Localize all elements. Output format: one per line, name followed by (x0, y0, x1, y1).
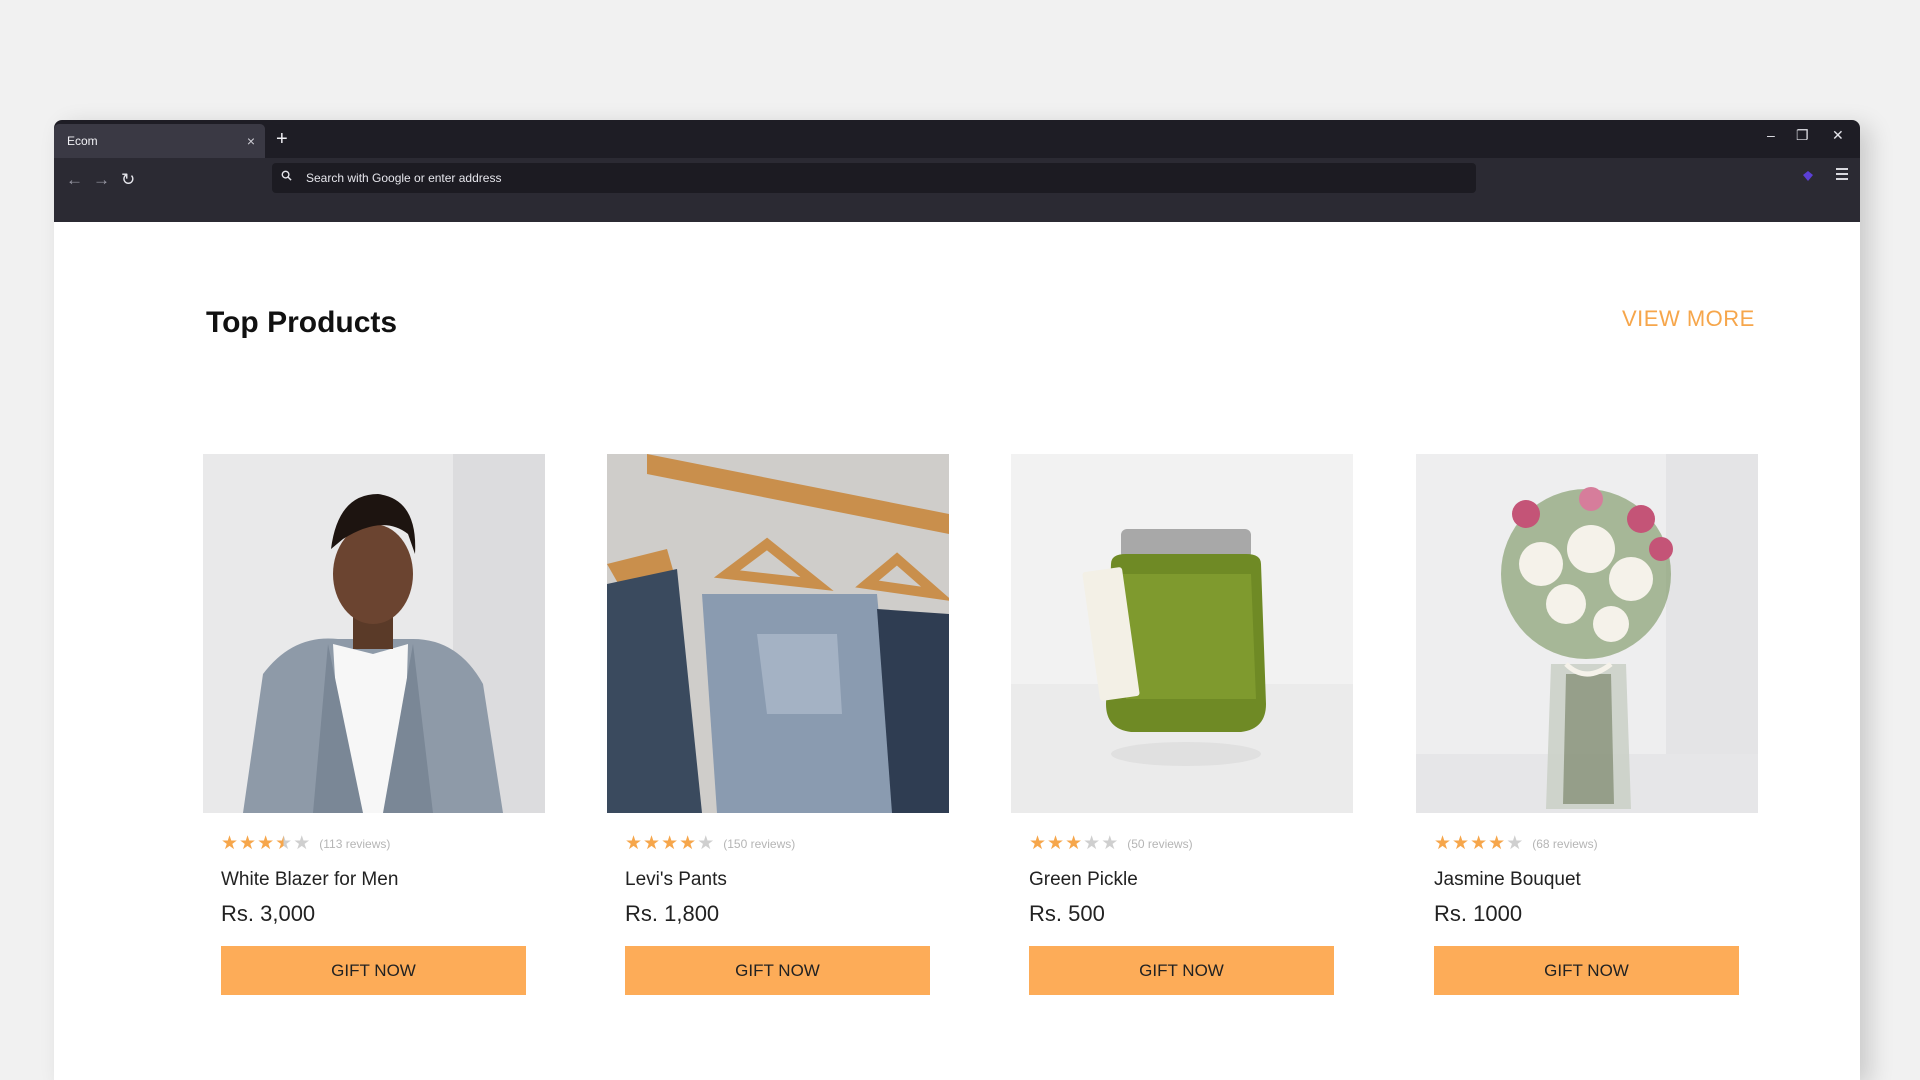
review-count: (113 reviews) (319, 836, 391, 851)
jeans-on-hangers-image (607, 454, 949, 813)
star-half-icon: ★ (275, 833, 293, 854)
star-empty-icon: ★ (293, 833, 311, 854)
restore-icon[interactable]: ❐ (1796, 127, 1809, 144)
star-filled-icon: ★ (1065, 833, 1083, 854)
section-title: Top Products (206, 306, 398, 339)
product-price: Rs. 1,800 (625, 901, 720, 926)
star-rating: ★ ★ ★ ★ ★ (221, 834, 311, 853)
star-filled-icon: ★ (625, 833, 643, 854)
bouquet-image (1416, 454, 1758, 813)
view-more-link[interactable]: VIEW MORE (1622, 306, 1755, 332)
star-empty-icon: ★ (1101, 833, 1119, 854)
gift-now-button[interactable]: GIFT NOW (1029, 946, 1334, 995)
star-filled-icon: ★ (221, 833, 239, 854)
star-rating: ★ ★ ★ ★ ★ (1434, 834, 1524, 853)
product-image[interactable] (607, 454, 949, 813)
search-icon (281, 170, 292, 181)
browser-window: Ecom × + – ❐ ✕ ← → ↻ Top Products VIEW M… (54, 120, 1860, 1080)
forward-arrow-icon[interactable]: → (93, 170, 110, 190)
minimize-icon[interactable]: – (1767, 127, 1775, 143)
star-filled-icon: ★ (643, 833, 661, 854)
rating: ★ ★ ★ ★ ★ (68 reviews) (1434, 834, 1758, 853)
product-name[interactable]: Jasmine Bouquet (1434, 869, 1758, 891)
star-filled-icon: ★ (1047, 833, 1065, 854)
navigation-toolbar: ← → ↻ (54, 158, 1860, 222)
close-window-icon[interactable]: ✕ (1832, 127, 1844, 144)
tab-ecom[interactable]: Ecom × (54, 124, 265, 158)
star-filled-icon: ★ (1488, 833, 1506, 854)
star-filled-icon: ★ (1470, 833, 1488, 854)
reload-icon[interactable]: ↻ (121, 170, 135, 190)
gift-now-button[interactable]: GIFT NOW (625, 946, 930, 995)
address-bar[interactable] (272, 163, 1476, 193)
product-image[interactable] (1416, 454, 1758, 813)
product-image[interactable] (203, 454, 545, 813)
rating: ★ ★ ★ ★ ★ (150 reviews) (625, 834, 949, 853)
product-card[interactable]: ★ ★ ★ ★ ★ (50 reviews) Green Pickle Rs. … (1011, 454, 1353, 995)
star-filled-icon: ★ (1029, 833, 1047, 854)
new-tab-button[interactable]: + (276, 128, 288, 150)
star-filled-icon: ★ (1434, 833, 1452, 854)
gift-now-button[interactable]: GIFT NOW (221, 946, 526, 995)
product-price: Rs. 1000 (1434, 901, 1523, 926)
man-in-blazer-image (203, 454, 545, 813)
page-content: Top Products VIEW MORE ★ ★ ★ ★ ★ (113 re… (54, 222, 1860, 1080)
hamburger-menu-icon[interactable] (1836, 168, 1848, 183)
product-price: Rs. 500 (1029, 901, 1105, 926)
product-image[interactable] (1011, 454, 1353, 813)
address-input[interactable] (304, 170, 1476, 186)
review-count: (150 reviews) (723, 836, 796, 851)
pickle-jar-image (1011, 454, 1353, 813)
star-filled-icon: ★ (679, 833, 697, 854)
star-empty-icon: ★ (1506, 833, 1524, 854)
product-card[interactable]: ★ ★ ★ ★ ★ (68 reviews) Jasmine Bouquet R… (1416, 454, 1758, 995)
star-filled-icon: ★ (239, 833, 257, 854)
star-empty-icon: ★ (1083, 833, 1101, 854)
back-arrow-icon[interactable]: ← (66, 170, 83, 190)
star-empty-icon: ★ (697, 833, 715, 854)
star-filled-icon: ★ (257, 833, 275, 854)
extension-icon[interactable] (1802, 170, 1814, 182)
product-name[interactable]: White Blazer for Men (221, 869, 545, 891)
star-filled-icon: ★ (1452, 833, 1470, 854)
tab-title: Ecom (67, 134, 98, 148)
gift-now-button[interactable]: GIFT NOW (1434, 946, 1739, 995)
review-count: (68 reviews) (1532, 836, 1598, 851)
star-rating: ★ ★ ★ ★ ★ (625, 834, 715, 853)
product-card[interactable]: ★ ★ ★ ★ ★ (150 reviews) Levi's Pants Rs.… (607, 454, 949, 995)
close-tab-icon[interactable]: × (247, 133, 255, 149)
product-name[interactable]: Levi's Pants (625, 869, 949, 891)
product-name[interactable]: Green Pickle (1029, 869, 1353, 891)
rating: ★ ★ ★ ★ ★ (113 reviews) (221, 834, 545, 853)
star-rating: ★ ★ ★ ★ ★ (1029, 834, 1119, 853)
product-price: Rs. 3,000 (221, 901, 316, 926)
star-filled-icon: ★ (661, 833, 679, 854)
rating: ★ ★ ★ ★ ★ (50 reviews) (1029, 834, 1353, 853)
product-card[interactable]: ★ ★ ★ ★ ★ (113 reviews) White Blazer for… (203, 454, 545, 995)
tab-bar: Ecom × + – ❐ ✕ (54, 120, 1860, 158)
review-count: (50 reviews) (1127, 836, 1193, 851)
